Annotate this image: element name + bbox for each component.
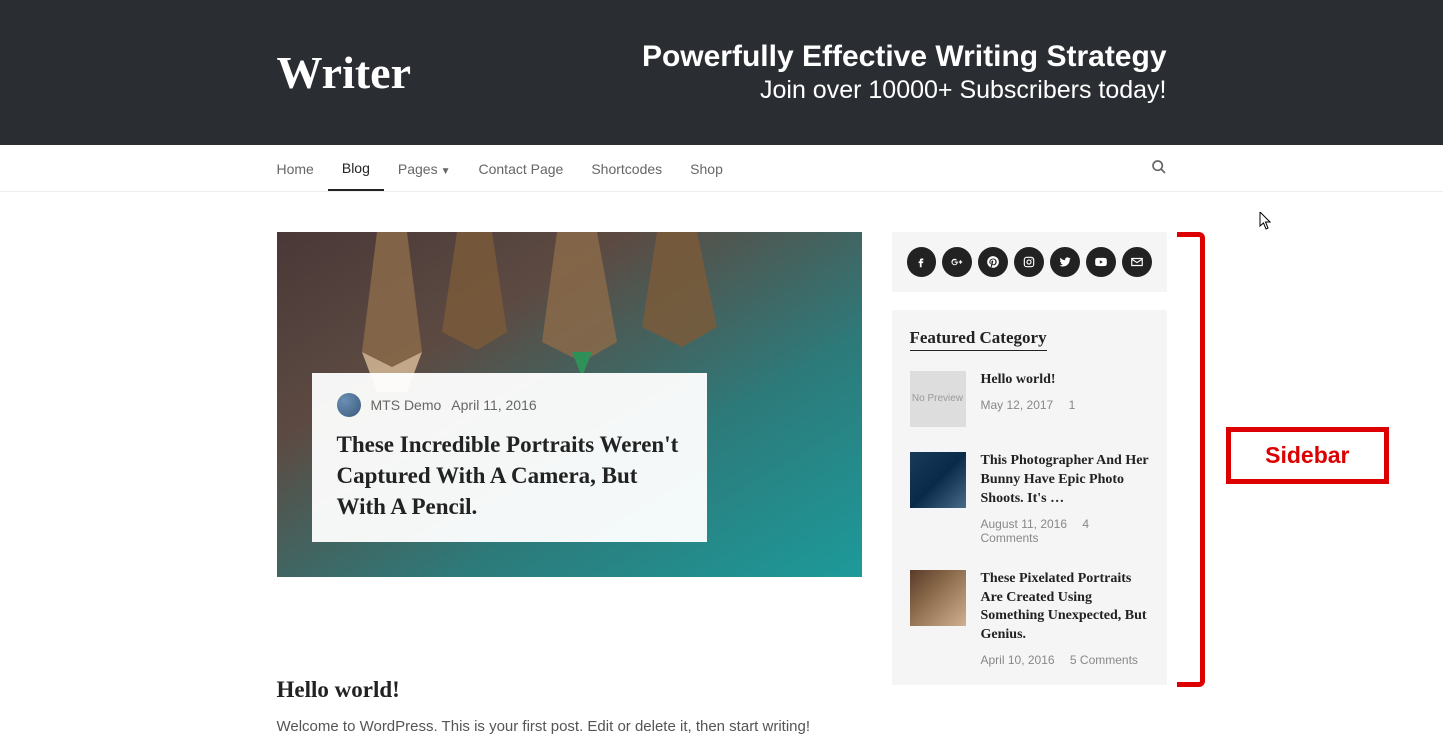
cursor-icon (1259, 212, 1273, 235)
featured-item: These Pixelated Portraits Are Created Us… (910, 570, 1149, 668)
featured-category-widget: Featured Category No Preview Hello world… (892, 310, 1167, 685)
featured-item: This Photographer And Her Bunny Have Epi… (910, 452, 1149, 545)
nav-blog[interactable]: Blog (328, 145, 384, 191)
header-subheading: Join over 10000+ Subscribers today! (642, 76, 1167, 105)
youtube-icon[interactable] (1086, 247, 1116, 277)
nav-shop[interactable]: Shop (676, 146, 737, 190)
hero-card: MTS Demo April 11, 2016 These Incredible… (312, 373, 707, 542)
annotation-bracket (1177, 232, 1205, 687)
post-excerpt: Welcome to WordPress. This is your first… (277, 718, 862, 735)
header-heading: Powerfully Effective Writing Strategy (642, 40, 1167, 74)
sidebar: Featured Category No Preview Hello world… (892, 232, 1167, 735)
thumb-no-preview[interactable]: No Preview (910, 371, 966, 427)
main-content: MTS Demo April 11, 2016 These Incredible… (277, 232, 1167, 735)
hero-date: April 11, 2016 (451, 397, 536, 413)
featured-comments[interactable]: 5 Comments (1070, 653, 1138, 667)
facebook-icon[interactable] (907, 247, 937, 277)
nav-pages-label: Pages (398, 161, 438, 177)
thumb-image[interactable] (910, 452, 966, 508)
nav-home[interactable]: Home (277, 146, 328, 190)
featured-post-title[interactable]: These Pixelated Portraits Are Created Us… (981, 570, 1149, 646)
search-icon[interactable] (1151, 159, 1167, 180)
widget-title: Featured Category (910, 328, 1047, 351)
featured-date: May 12, 2017 (981, 398, 1054, 412)
chevron-down-icon: ▼ (441, 166, 451, 177)
hero-title[interactable]: These Incredible Portraits Weren't Captu… (337, 429, 682, 522)
thumb-image[interactable] (910, 570, 966, 626)
featured-comments[interactable]: 1 (1069, 398, 1076, 412)
social-widget (892, 232, 1167, 292)
featured-item: No Preview Hello world! May 12, 2017 1 (910, 371, 1149, 427)
email-icon[interactable] (1122, 247, 1152, 277)
author-avatar[interactable] (337, 393, 361, 417)
twitter-icon[interactable] (1050, 247, 1080, 277)
featured-post-title[interactable]: This Photographer And Her Bunny Have Epi… (981, 452, 1149, 509)
post-title[interactable]: Hello world! (277, 677, 862, 703)
featured-date: April 10, 2016 (981, 653, 1055, 667)
instagram-icon[interactable] (1014, 247, 1044, 277)
nav-pages[interactable]: Pages▼ (384, 146, 465, 190)
site-title[interactable]: Writer (277, 46, 412, 99)
main-nav: Home Blog Pages▼ Contact Page Shortcodes… (0, 145, 1443, 192)
featured-post-title[interactable]: Hello world! (981, 371, 1149, 390)
post-hello-world: Hello world! Welcome to WordPress. This … (277, 677, 862, 735)
pinterest-icon[interactable] (978, 247, 1008, 277)
site-header: Writer Powerfully Effective Writing Stra… (0, 0, 1443, 145)
content-column: MTS Demo April 11, 2016 These Incredible… (277, 232, 862, 735)
nav-contact[interactable]: Contact Page (465, 146, 578, 190)
annotation-label: Sidebar (1226, 427, 1388, 484)
nav-shortcodes[interactable]: Shortcodes (577, 146, 676, 190)
hero-author[interactable]: MTS Demo (371, 397, 442, 413)
featured-date: August 11, 2016 (981, 517, 1068, 531)
featured-post-hero[interactable]: MTS Demo April 11, 2016 These Incredible… (277, 232, 862, 577)
google-plus-icon[interactable] (942, 247, 972, 277)
header-tagline: Powerfully Effective Writing Strategy Jo… (642, 40, 1167, 105)
